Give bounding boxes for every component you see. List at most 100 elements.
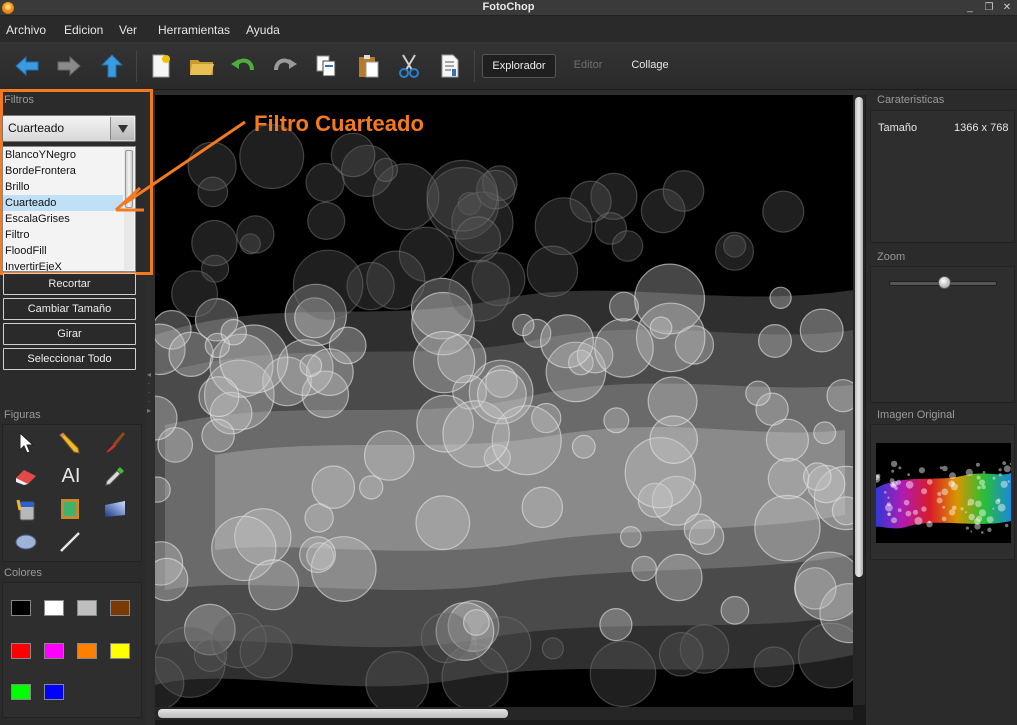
- app-window: FotoChop _ ❐ ✕ Archivo Edicion Ver Herra…: [0, 0, 1017, 725]
- color-swatch-white[interactable]: [44, 600, 64, 616]
- brush-tool[interactable]: [102, 430, 128, 456]
- close-button[interactable]: ✕: [1000, 1, 1014, 14]
- filtered-image: [155, 95, 853, 707]
- cambiar-tamano-button[interactable]: Cambiar Tamaño: [3, 298, 136, 320]
- imagen-original-header: Imagen Original: [877, 409, 955, 421]
- canvas-vertical-scrollbar[interactable]: [853, 95, 865, 705]
- list-item[interactable]: InvertirEjeX: [3, 259, 123, 271]
- color-swatch-red[interactable]: [11, 643, 31, 659]
- eyedropper-icon: [105, 467, 124, 486]
- mode-editor-button[interactable]: Editor: [563, 54, 613, 78]
- panel-splitter-grip[interactable]: ◂ · · · ▸: [145, 370, 153, 440]
- recortar-button[interactable]: Recortar: [3, 273, 136, 295]
- colores-header: Colores: [4, 567, 42, 579]
- color-swatch-black[interactable]: [11, 600, 31, 616]
- mode-explorador-button[interactable]: Explorador: [482, 54, 556, 78]
- figuras-header: Figuras: [4, 409, 41, 421]
- ellipse-tool[interactable]: [13, 529, 39, 555]
- image-canvas[interactable]: [155, 95, 866, 725]
- open-folder-icon: [190, 60, 214, 75]
- frame-icon: [61, 499, 79, 519]
- scroll-thumb[interactable]: [855, 97, 863, 577]
- up-button[interactable]: [96, 50, 128, 82]
- line-tool[interactable]: [57, 529, 83, 555]
- scroll-thumb[interactable]: [158, 709, 508, 718]
- filter-dropdown-value: Cuarteado: [8, 121, 65, 135]
- eyedropper-tool[interactable]: [102, 463, 128, 489]
- menu-ver[interactable]: Ver: [119, 16, 137, 42]
- list-item[interactable]: BordeFrontera: [3, 163, 123, 179]
- menu-ayuda[interactable]: Ayuda: [246, 16, 280, 42]
- toolbar: Explorador Editor Collage: [0, 42, 1017, 90]
- pointer-icon: [19, 432, 35, 454]
- color-swatch-orange[interactable]: [77, 643, 97, 659]
- back-arrow-icon: [15, 55, 39, 77]
- girar-button[interactable]: Girar: [3, 323, 136, 345]
- toolbar-separator: [474, 50, 475, 82]
- text-tool[interactable]: AI: [56, 463, 86, 489]
- pencil-tool[interactable]: [55, 430, 81, 456]
- zoom-header: Zoom: [877, 251, 906, 263]
- back-button[interactable]: [11, 50, 43, 82]
- list-item[interactable]: Filtro: [3, 227, 123, 243]
- seleccionar-todo-button[interactable]: Seleccionar Todo: [3, 348, 136, 370]
- properties-icon: [441, 54, 459, 78]
- pointer-tool[interactable]: [13, 430, 39, 456]
- frame-tool[interactable]: [57, 496, 83, 522]
- forward-button[interactable]: [53, 50, 85, 82]
- undo-button[interactable]: [227, 50, 259, 82]
- copy-icon: [316, 55, 336, 77]
- cut-button[interactable]: [393, 50, 425, 82]
- color-swatch-green[interactable]: [11, 684, 31, 700]
- new-file-icon: [152, 54, 170, 78]
- copy-button[interactable]: [310, 50, 342, 82]
- color-swatch-blue[interactable]: [44, 684, 64, 700]
- title-bar: FotoChop _ ❐ ✕: [0, 0, 1017, 16]
- minimize-button[interactable]: _: [963, 1, 977, 14]
- text-tool-icon: AI: [61, 464, 81, 487]
- list-item-selected[interactable]: Cuarteado: [3, 195, 123, 211]
- list-item[interactable]: FloodFill: [3, 243, 123, 259]
- color-swatch-yellow[interactable]: [110, 643, 130, 659]
- cut-icon: [399, 54, 419, 78]
- line-icon: [60, 532, 80, 552]
- menu-archivo[interactable]: Archivo: [6, 16, 46, 42]
- redo-button[interactable]: [269, 50, 301, 82]
- paste-button[interactable]: [352, 50, 384, 82]
- filtros-header: Filtros: [4, 94, 34, 106]
- menu-herramientas[interactable]: Herramientas: [158, 16, 230, 42]
- color-swatch-brown[interactable]: [110, 600, 130, 616]
- toolbar-separator: [136, 50, 137, 82]
- gradient-icon: [105, 501, 125, 517]
- list-item[interactable]: BlancoYNegro: [3, 147, 123, 163]
- restore-button[interactable]: ❐: [982, 1, 996, 14]
- gradient-tool[interactable]: [102, 496, 128, 522]
- paint-bucket-tool[interactable]: [13, 496, 39, 522]
- redo-icon: [274, 58, 297, 71]
- mode-collage-button[interactable]: Collage: [624, 54, 676, 78]
- eraser-tool[interactable]: [13, 463, 39, 489]
- pencil-icon: [59, 432, 80, 454]
- caracteristicas-header: Carateristicas: [877, 94, 945, 106]
- size-value: 1366 x 768: [954, 122, 1009, 134]
- menu-edicion[interactable]: Edicion: [64, 16, 103, 42]
- annotation-arrow-icon: [114, 120, 246, 212]
- properties-button[interactable]: [434, 50, 466, 82]
- original-image-thumbnail: [876, 443, 1011, 543]
- paste-icon: [359, 55, 379, 78]
- open-folder-button[interactable]: [186, 50, 218, 82]
- paint-bucket-icon: [16, 499, 35, 521]
- undo-icon: [231, 58, 254, 71]
- list-item[interactable]: Brillo: [3, 179, 123, 195]
- size-label: Tamaño: [878, 122, 918, 134]
- annotation-label: Filtro Cuarteado: [254, 111, 424, 136]
- up-arrow-icon: [100, 54, 124, 78]
- list-item[interactable]: EscalaGrises: [3, 211, 123, 227]
- color-swatch-gray[interactable]: [77, 600, 97, 616]
- color-swatch-magenta[interactable]: [44, 643, 64, 659]
- eraser-icon: [16, 470, 36, 485]
- window-title: FotoChop: [482, 1, 535, 13]
- new-file-button[interactable]: [145, 50, 177, 82]
- canvas-horizontal-scrollbar[interactable]: [155, 707, 853, 720]
- brush-icon: [106, 432, 126, 453]
